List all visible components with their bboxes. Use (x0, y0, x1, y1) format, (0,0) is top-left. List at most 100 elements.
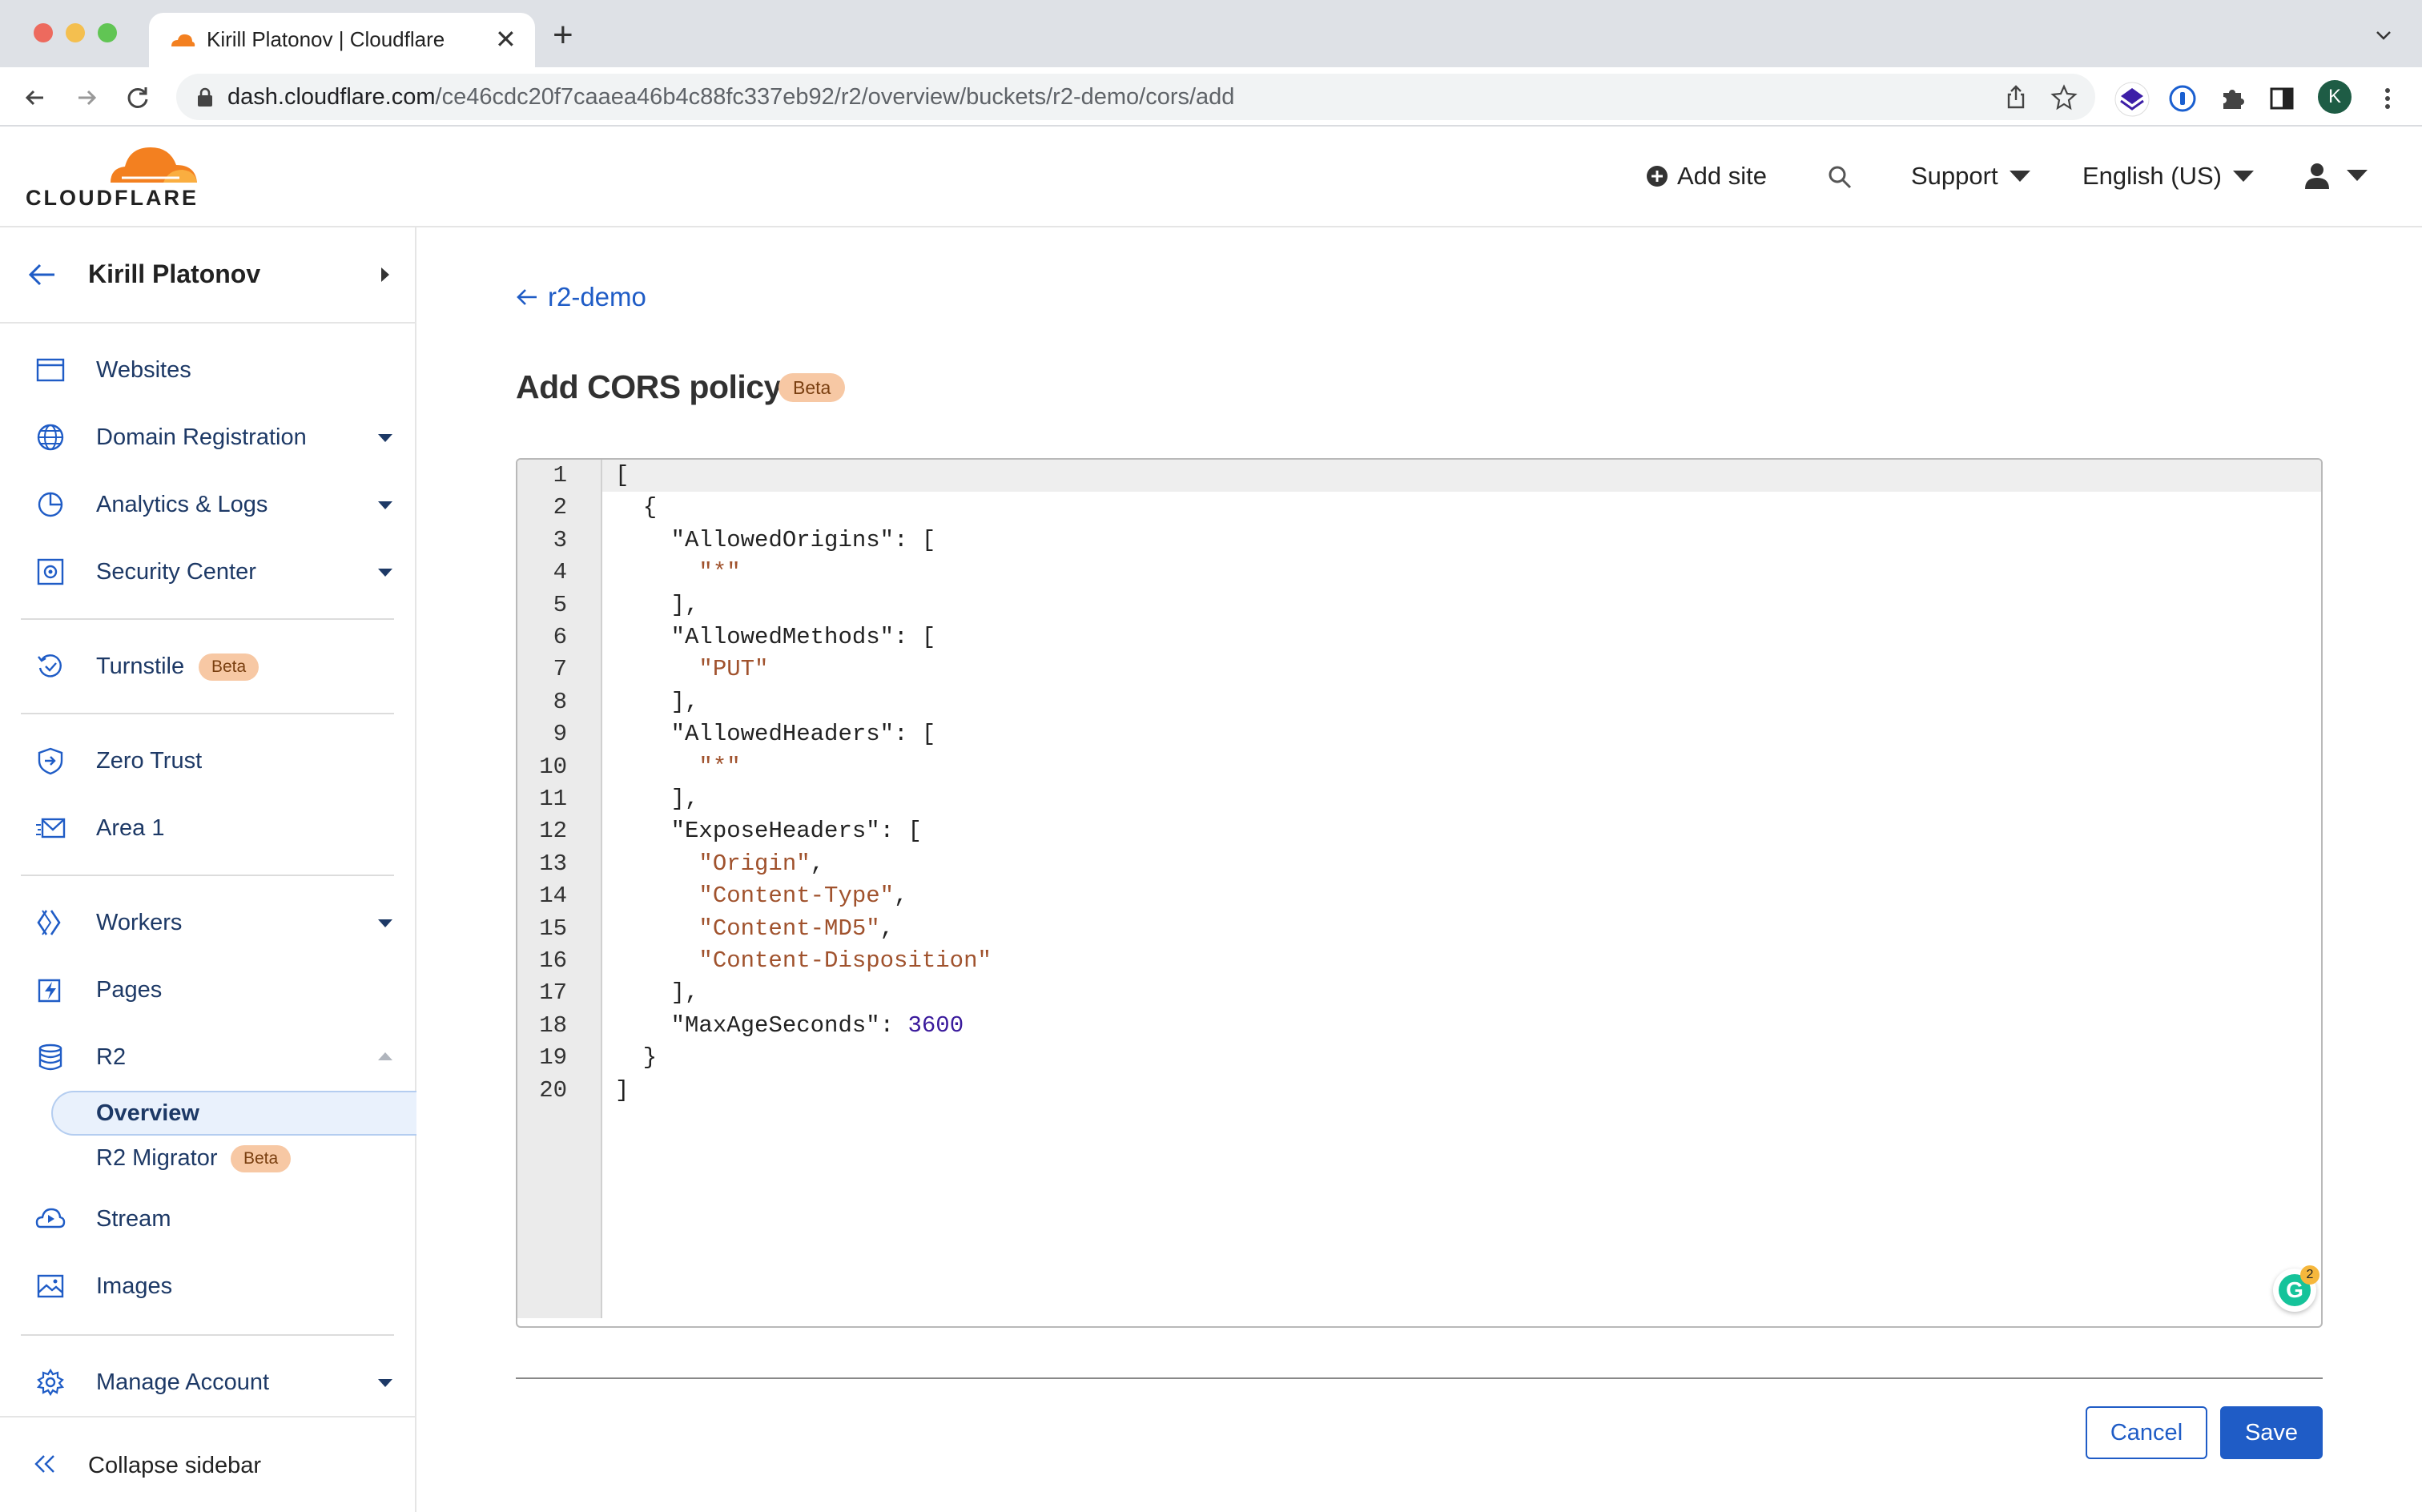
code-line[interactable]: 15 "Content-MD5", (517, 913, 2321, 945)
new-tab-button[interactable]: + (553, 18, 573, 53)
support-dropdown[interactable]: Support (1911, 162, 2030, 191)
grammarly-count-badge: 2 (2300, 1265, 2319, 1285)
sidebar-item-websites[interactable]: Websites (0, 344, 415, 396)
tab-close-icon[interactable]: ✕ (495, 24, 517, 54)
code-line[interactable]: 9 "AllowedHeaders": [ (517, 718, 2321, 750)
user-menu[interactable] (2303, 162, 2368, 189)
code-text: "*" (698, 559, 741, 585)
extension-layers-icon[interactable] (2114, 82, 2150, 117)
code-line[interactable]: 18 "MaxAgeSeconds": 3600 (517, 1010, 2321, 1042)
sidebar-item-workers[interactable]: Workers (0, 897, 415, 948)
search-icon[interactable] (1826, 163, 1853, 191)
side-panel-icon[interactable] (2267, 83, 2297, 114)
line-number: 2 (553, 494, 567, 521)
sidebar-item-label: Workers (96, 910, 183, 935)
line-number: 18 (539, 1012, 567, 1039)
sidebar-item-security-center[interactable]: Security Center (0, 546, 415, 597)
code-line[interactable]: 17 ], (517, 977, 2321, 1009)
code-text: "AllowedHeaders": [ (670, 721, 936, 747)
code-line[interactable]: 16 "Content-Disposition" (517, 945, 2321, 977)
sidebar-item-images[interactable]: Images (0, 1261, 415, 1312)
browser-profile-avatar[interactable]: K (2318, 80, 2352, 114)
lock-icon[interactable] (195, 86, 215, 107)
minimize-window-button[interactable] (66, 23, 85, 42)
share-icon[interactable] (2002, 83, 2030, 111)
sidebar-item-area1[interactable]: Area 1 (0, 802, 415, 854)
code-line[interactable]: 10 "*" (517, 751, 2321, 783)
address-bar[interactable]: dash.cloudflare.com/ce46cdc20f7caaea46b4… (176, 74, 2095, 120)
close-window-button[interactable] (34, 23, 53, 42)
grammarly-button[interactable]: G 2 (2273, 1265, 2319, 1312)
code-line[interactable]: 12 "ExposeHeaders": [ (517, 815, 2321, 847)
line-number: 11 (539, 786, 567, 812)
code-line[interactable]: 20] (517, 1075, 2321, 1107)
code-line[interactable]: 11 ], (517, 783, 2321, 815)
back-arrow-icon[interactable] (27, 261, 58, 288)
sidebar-item-analytics-logs[interactable]: Analytics & Logs (0, 479, 415, 530)
back-to-bucket-link[interactable]: r2-demo (516, 282, 646, 312)
browser-menu-icon[interactable] (2372, 83, 2403, 114)
sidebar-item-label: Websites (96, 357, 191, 383)
database-icon (38, 1044, 62, 1071)
line-number: 6 (553, 624, 567, 650)
sidebar-item-label: Images (96, 1273, 173, 1299)
code-text: "AllowedOrigins": [ (670, 527, 936, 553)
line-number: 10 (539, 754, 567, 780)
sidebar-item-zero-trust[interactable]: Zero Trust (0, 735, 415, 786)
cors-policy-editor[interactable]: 1[2 {3 "AllowedOrigins": [4 "*" 5 ], 6 "Al… (516, 458, 2323, 1328)
cancel-button[interactable]: Cancel (2086, 1406, 2207, 1459)
collapse-sidebar-button[interactable]: Collapse sidebar (0, 1416, 415, 1512)
code-text: "ExposeHeaders": [ (670, 818, 922, 844)
sidebar-item-turnstile[interactable]: Turnstile Beta (0, 641, 415, 692)
code-text: ], (615, 979, 699, 1006)
code-line[interactable]: 3 "AllowedOrigins": [ (517, 525, 2321, 557)
add-site-button[interactable]: Add site (1645, 162, 1767, 191)
page-title: Add CORS policy (516, 368, 782, 405)
sidebar-item-manage-account[interactable]: Manage Account (0, 1357, 415, 1408)
sidebar-item-domain-registration[interactable]: Domain Registration (0, 412, 415, 463)
reload-icon[interactable] (122, 82, 154, 114)
sidebar-subitem-overview[interactable]: Overview (51, 1091, 416, 1136)
code-line[interactable]: 1[ (517, 460, 2321, 492)
password-manager-icon[interactable] (2167, 83, 2198, 114)
chevron-down-icon (378, 919, 392, 927)
sidebar-subitem-r2-migrator[interactable]: R2 Migrator Beta (51, 1136, 416, 1180)
extensions-puzzle-icon[interactable] (2217, 83, 2247, 114)
cloudflare-logo[interactable]: CLOUDFLARE (26, 143, 199, 213)
account-switcher[interactable]: Kirill Platonov (0, 227, 415, 324)
maximize-window-button[interactable] (98, 23, 117, 42)
code-line[interactable]: 2 { (517, 492, 2321, 524)
save-button[interactable]: Save (2220, 1406, 2323, 1459)
sidebar-item-stream[interactable]: Stream (0, 1193, 415, 1245)
line-number: 12 (539, 818, 567, 844)
forward-arrow-icon[interactable] (70, 82, 103, 114)
line-number: 1 (553, 462, 567, 489)
language-dropdown[interactable]: English (US) (2082, 162, 2254, 191)
cloudflare-wordmark: CLOUDFLARE (26, 186, 199, 210)
sidebar-item-label: Stream (96, 1206, 171, 1232)
chevron-down-icon (378, 1379, 392, 1387)
code-line[interactable]: 6 "AllowedMethods": [ (517, 621, 2321, 653)
sidebar-item-r2[interactable]: R2 (0, 1031, 415, 1083)
code-text: "MaxAgeSeconds": 3600 (670, 1012, 964, 1039)
code-line[interactable]: 4 "*" (517, 557, 2321, 589)
bookmark-star-icon[interactable] (2050, 83, 2078, 111)
tab-search-chevron-icon[interactable] (2374, 26, 2393, 45)
sidebar-item-pages[interactable]: Pages (0, 964, 415, 1015)
code-line[interactable]: 7 "PUT" (517, 653, 2321, 686)
sidebar-divider (21, 713, 394, 714)
code-line[interactable]: 5 ], (517, 589, 2321, 621)
back-arrow-icon[interactable] (19, 82, 51, 114)
code-line[interactable]: 8 ], (517, 686, 2321, 718)
line-number: 5 (553, 592, 567, 618)
code-line[interactable]: 19 } (517, 1042, 2321, 1074)
pie-chart-icon (38, 492, 63, 517)
sidebar-divider (21, 875, 394, 876)
add-site-label: Add site (1677, 162, 1768, 190)
code-text: ], (615, 786, 699, 812)
chevron-right-icon (381, 267, 389, 282)
code-line[interactable]: 13 "Origin", (517, 848, 2321, 880)
browser-tab[interactable]: Kirill Platonov | Cloudflare ✕ (149, 13, 535, 67)
code-line[interactable]: 14 "Content-Type", (517, 880, 2321, 912)
line-number: 3 (553, 527, 567, 553)
